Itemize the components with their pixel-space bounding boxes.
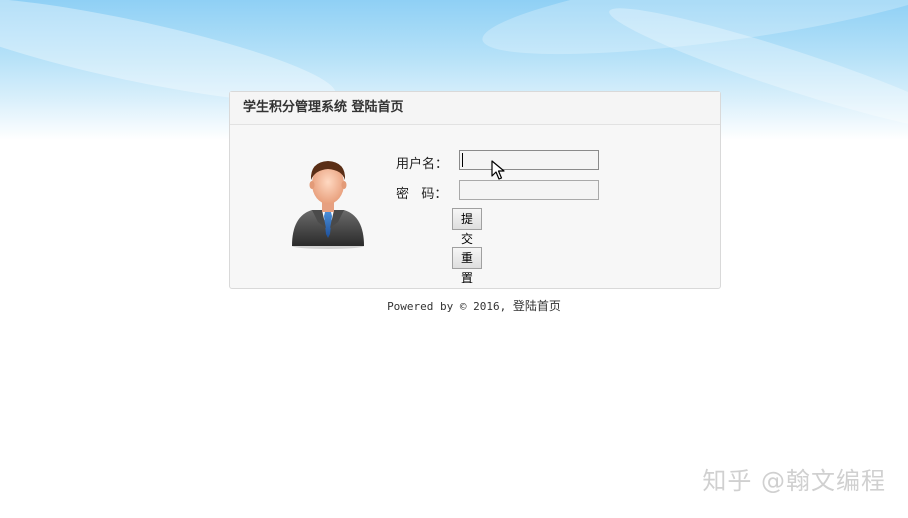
watermark-text: 知乎 @翰文编程 [702,467,886,495]
user-avatar-icon [292,161,364,249]
footer: Powered by © 2016, 登陆首页 [229,297,719,314]
username-label: 用户名： [396,157,449,172]
mouse-pointer-icon [491,160,505,180]
password-label: 密 码： [396,187,448,202]
submit-button[interactable]: 提交 [452,208,483,246]
username-input[interactable] [459,150,599,170]
password-row: 密 码： [396,180,616,202]
text-caret [462,153,463,167]
username-row: 用户名： [396,150,616,172]
footer-site-link[interactable]: 登陆首页 [513,299,561,313]
footer-copyright: Powered by © 2016, [387,300,507,313]
panel-title: 学生积分管理系统 登陆首页 [230,92,720,125]
form-buttons: 提交 重置 [452,208,487,286]
password-input[interactable] [459,180,599,200]
login-panel: 学生积分管理系统 登陆首页 用户名： 密 码： 提交 重置 [229,91,721,289]
login-page: 学生积分管理系统 登陆首页 用户名： 密 码： 提交 重置 Powered by… [0,0,908,518]
reset-button[interactable]: 重置 [452,247,483,285]
